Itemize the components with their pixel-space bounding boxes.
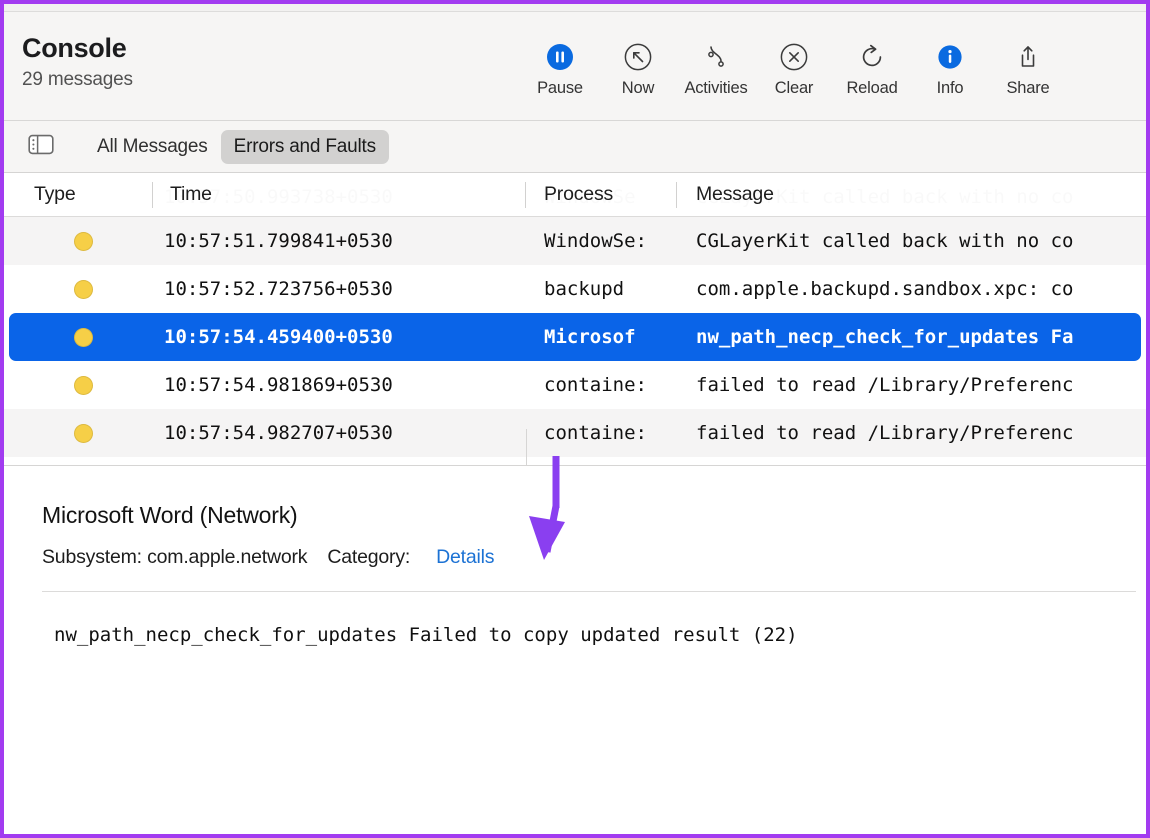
detail-title: Microsoft Word (Network) bbox=[42, 502, 1146, 529]
warning-dot-icon bbox=[74, 424, 93, 443]
table-row[interactable]: 10:57:51.799841+0530 WindowSe: CGLayerKi… bbox=[4, 217, 1146, 265]
reload-button[interactable]: Reload bbox=[833, 40, 911, 98]
warning-dot-icon bbox=[74, 232, 93, 251]
row-process: backupd bbox=[544, 278, 624, 300]
column-divider-1[interactable] bbox=[152, 182, 153, 208]
detail-message-body: nw_path_necp_check_for_updates Failed to… bbox=[54, 624, 798, 646]
warning-dot-icon bbox=[74, 280, 93, 299]
info-button[interactable]: Info bbox=[911, 40, 989, 98]
info-icon bbox=[934, 40, 966, 74]
row-time: 10:57:54.981869+0530 bbox=[164, 374, 393, 396]
title-block: Console 29 messages bbox=[4, 12, 133, 91]
column-header-process[interactable]: Process bbox=[544, 183, 613, 206]
now-button[interactable]: Now bbox=[599, 40, 677, 98]
sidebar-toggle-icon bbox=[28, 134, 54, 160]
table-row-selected[interactable]: 10:57:54.459400+0530 Microsof nw_path_ne… bbox=[9, 313, 1141, 361]
row-process: containe: bbox=[544, 374, 647, 396]
process-column-hairline bbox=[526, 429, 527, 465]
details-link[interactable]: Details bbox=[436, 546, 494, 569]
share-button-label: Share bbox=[1006, 79, 1049, 98]
row-message: nw_path_necp_check_for_updates Fa bbox=[696, 326, 1074, 348]
row-process: containe: bbox=[544, 422, 647, 444]
tab-errors-and-faults[interactable]: Errors and Faults bbox=[221, 130, 389, 164]
detail-category-label: Category: bbox=[327, 546, 410, 569]
row-message: failed to read /Library/Preferenc bbox=[696, 374, 1074, 396]
column-divider-2[interactable] bbox=[525, 182, 526, 208]
table-row[interactable]: 10:57:54.981869+0530 containe: failed to… bbox=[4, 361, 1146, 409]
filter-bar: All Messages Errors and Faults bbox=[4, 121, 1146, 173]
pause-button[interactable]: Pause bbox=[521, 40, 599, 98]
window-top-strip bbox=[4, 4, 1146, 12]
share-icon bbox=[1012, 40, 1044, 74]
detail-subsystem: Subsystem: com.apple.network bbox=[42, 546, 307, 569]
detail-separator bbox=[42, 591, 1136, 592]
row-message: CGLayerKit called back with no co bbox=[696, 230, 1074, 252]
table-rows: 10:57:51.799841+0530 WindowSe: CGLayerKi… bbox=[4, 217, 1146, 457]
table-column-headers: Type Time Process Message bbox=[4, 173, 1146, 217]
clear-x-circle-icon bbox=[778, 40, 810, 74]
log-table: 10:57:50.993738+0530 WindowSe CGLayerKit… bbox=[4, 173, 1146, 465]
row-time: 10:57:54.459400+0530 bbox=[164, 326, 393, 348]
now-button-label: Now bbox=[622, 79, 654, 98]
warning-dot-icon bbox=[74, 328, 93, 347]
activities-button-label: Activities bbox=[684, 79, 747, 98]
reload-button-label: Reload bbox=[846, 79, 897, 98]
column-header-message[interactable]: Message bbox=[696, 183, 774, 206]
row-message: com.apple.backupd.sandbox.xpc: co bbox=[696, 278, 1074, 300]
detail-pane: Microsoft Word (Network) Subsystem: com.… bbox=[4, 465, 1146, 838]
table-row[interactable]: 10:57:52.723756+0530 backupd com.apple.b… bbox=[4, 265, 1146, 313]
table-row[interactable]: 10:57:54.982707+0530 containe: failed to… bbox=[4, 409, 1146, 457]
row-process: Microsof bbox=[544, 326, 636, 348]
row-process: WindowSe: bbox=[544, 230, 647, 252]
row-time: 10:57:54.982707+0530 bbox=[164, 422, 393, 444]
console-window: Console 29 messages Pause bbox=[0, 0, 1150, 838]
message-count-label: 29 messages bbox=[22, 69, 133, 91]
toolbar: Console 29 messages Pause bbox=[4, 12, 1146, 121]
warning-dot-icon bbox=[74, 376, 93, 395]
row-message: failed to read /Library/Preferenc bbox=[696, 422, 1074, 444]
reload-icon bbox=[856, 40, 888, 74]
column-header-time[interactable]: Time bbox=[170, 183, 212, 206]
pause-icon bbox=[544, 40, 576, 74]
row-time: 10:57:51.799841+0530 bbox=[164, 230, 393, 252]
activities-button[interactable]: Activities bbox=[677, 40, 755, 98]
info-button-label: Info bbox=[937, 79, 964, 98]
clear-button-label: Clear bbox=[775, 79, 813, 98]
detail-meta-row: Subsystem: com.apple.network Category: D… bbox=[42, 546, 1146, 569]
toolbar-buttons: Pause Now bbox=[521, 40, 1067, 98]
share-button[interactable]: Share bbox=[989, 40, 1067, 98]
sidebar-toggle-button[interactable] bbox=[26, 136, 56, 158]
tab-all-messages[interactable]: All Messages bbox=[84, 130, 221, 164]
row-time: 10:57:52.723756+0530 bbox=[164, 278, 393, 300]
page-title: Console bbox=[22, 34, 133, 62]
column-divider-3[interactable] bbox=[676, 182, 677, 208]
pause-button-label: Pause bbox=[537, 79, 583, 98]
now-arrow-icon bbox=[622, 40, 654, 74]
clear-button[interactable]: Clear bbox=[755, 40, 833, 98]
column-header-type[interactable]: Type bbox=[34, 183, 75, 206]
activities-icon bbox=[700, 40, 732, 74]
